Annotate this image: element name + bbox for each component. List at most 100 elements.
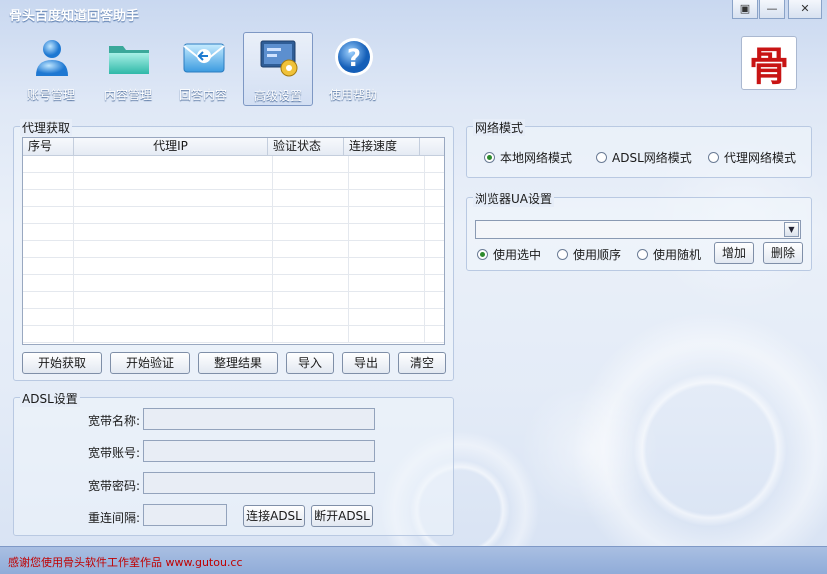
logo-glyph: 骨 [749, 43, 789, 90]
add-ua-button[interactable]: 增加 [714, 242, 754, 264]
table-cell [23, 258, 74, 274]
table-cell [273, 241, 349, 257]
title-bar: 骨头百度知道回答助手 ▣ — ✕ [0, 0, 827, 26]
column-header[interactable]: 验证状态 [268, 138, 344, 155]
decor-flower [560, 300, 827, 574]
broadband-account-label: 宽带账号: [87, 446, 140, 460]
table-cell [74, 292, 273, 308]
decor-flower [520, 380, 660, 520]
table-cell [273, 156, 349, 172]
browser-ua-title: 浏览器UA设置 [473, 190, 554, 207]
user-icon [36, 40, 68, 76]
chevron-down-icon[interactable]: ▼ [784, 222, 799, 237]
minimize-button[interactable]: — [759, 0, 785, 19]
radio-label: 使用选中 [493, 248, 542, 262]
network-mode-title: 网络模式 [473, 119, 526, 136]
help-icon: ? [335, 38, 373, 76]
ua-select[interactable]: ▼ [475, 220, 801, 239]
table-cell [74, 207, 273, 223]
broadband-password-input[interactable] [143, 472, 375, 494]
table-cell [349, 292, 425, 308]
column-header[interactable]: 代理IP [74, 138, 268, 155]
table-row [23, 309, 444, 326]
radio-indicator [596, 152, 607, 163]
tool-help[interactable]: ? 使用帮助 [319, 32, 387, 104]
adsl-group: ADSL设置 宽带名称: 宽带账号: 宽带密码: 重连间隔: 连接ADSL 断开… [13, 390, 454, 536]
column-header[interactable]: 连接速度 [344, 138, 420, 155]
radio-label: 代理网络模式 [724, 151, 797, 165]
radio-adsl-network[interactable]: ADSL网络模式 [596, 149, 692, 166]
close-button[interactable]: ✕ [788, 0, 822, 19]
minimize-icon: — [766, 2, 778, 15]
table-cell [23, 173, 74, 189]
radio-label: 本地网络模式 [500, 151, 573, 165]
radio-local-network[interactable]: 本地网络模式 [484, 149, 572, 166]
clear-button[interactable]: 清空 [398, 352, 446, 374]
status-bar: 感谢您使用骨头软件工作室作品 www.gutou.cc [0, 546, 827, 574]
table-cell [273, 275, 349, 291]
radio-label: 使用顺序 [573, 248, 622, 262]
table-cell [23, 275, 74, 291]
organize-results-button[interactable]: 整理结果 [198, 352, 278, 374]
table-row [23, 173, 444, 190]
broadband-account-input[interactable] [143, 440, 375, 462]
table-cell [349, 207, 425, 223]
main-toolbar: 账号管理 内容管理 回答内容 高级设置 ? 使用帮助 [0, 26, 827, 108]
radio-use-random[interactable]: 使用随机 [637, 246, 701, 263]
table-cell [273, 224, 349, 240]
radio-use-sequential[interactable]: 使用顺序 [557, 246, 621, 263]
table-cell [349, 309, 425, 325]
table-cell [273, 326, 349, 342]
table-cell [349, 173, 425, 189]
table-row [23, 292, 444, 309]
table-cell [23, 190, 74, 206]
table-cell [349, 275, 425, 291]
table-row [23, 326, 444, 343]
proxy-group: 代理获取 序号 代理IP 验证状态 连接速度 开始获取 开始验证 整理结果 导入… [13, 119, 454, 381]
status-text: 感谢您使用骨头软件工作室作品 www.gutou.cc [8, 556, 243, 569]
reconnect-interval-input[interactable] [143, 504, 227, 526]
export-button[interactable]: 导出 [342, 352, 390, 374]
table-row [23, 156, 444, 173]
table-cell [23, 207, 74, 223]
radio-proxy-network[interactable]: 代理网络模式 [708, 149, 796, 166]
table-cell [349, 190, 425, 206]
proxy-table-header: 序号 代理IP 验证状态 连接速度 [23, 138, 444, 156]
import-button[interactable]: 导入 [286, 352, 334, 374]
table-cell [349, 326, 425, 342]
connect-adsl-button[interactable]: 连接ADSL [243, 505, 305, 527]
table-cell [74, 156, 273, 172]
broadband-name-input[interactable] [143, 408, 375, 430]
folder-icon [109, 46, 149, 74]
mail-reply-icon [183, 43, 225, 73]
radio-indicator [708, 152, 719, 163]
table-cell [74, 309, 273, 325]
browser-ua-group: 浏览器UA设置 ▼ 使用选中 使用顺序 使用随机 增加 删除 [466, 190, 812, 271]
proxy-table[interactable]: 序号 代理IP 验证状态 连接速度 [22, 137, 445, 345]
radio-use-selected[interactable]: 使用选中 [477, 246, 541, 263]
radio-indicator [637, 249, 648, 260]
broadband-password-label: 宽带密码: [87, 479, 140, 493]
disconnect-adsl-button[interactable]: 断开ADSL [311, 505, 373, 527]
tool-account-manage[interactable]: 账号管理 [17, 32, 85, 104]
svg-text:?: ? [347, 44, 361, 72]
column-header[interactable]: 序号 [23, 138, 74, 155]
table-cell [349, 156, 425, 172]
delete-ua-button[interactable]: 删除 [763, 242, 803, 264]
restore-button[interactable]: ▣ [732, 0, 758, 19]
table-row [23, 258, 444, 275]
tool-advanced-settings[interactable]: 高级设置 [243, 32, 313, 106]
table-cell [23, 292, 74, 308]
table-cell [74, 173, 273, 189]
table-cell [74, 275, 273, 291]
tool-content-manage[interactable]: 内容管理 [94, 32, 162, 104]
table-row [23, 190, 444, 207]
column-header [420, 138, 444, 155]
tool-answer-content[interactable]: 回答内容 [169, 32, 237, 104]
table-cell [74, 258, 273, 274]
start-verify-button[interactable]: 开始验证 [110, 352, 190, 374]
table-cell [23, 241, 74, 257]
table-cell [273, 309, 349, 325]
start-fetch-button[interactable]: 开始获取 [22, 352, 102, 374]
table-cell [74, 190, 273, 206]
